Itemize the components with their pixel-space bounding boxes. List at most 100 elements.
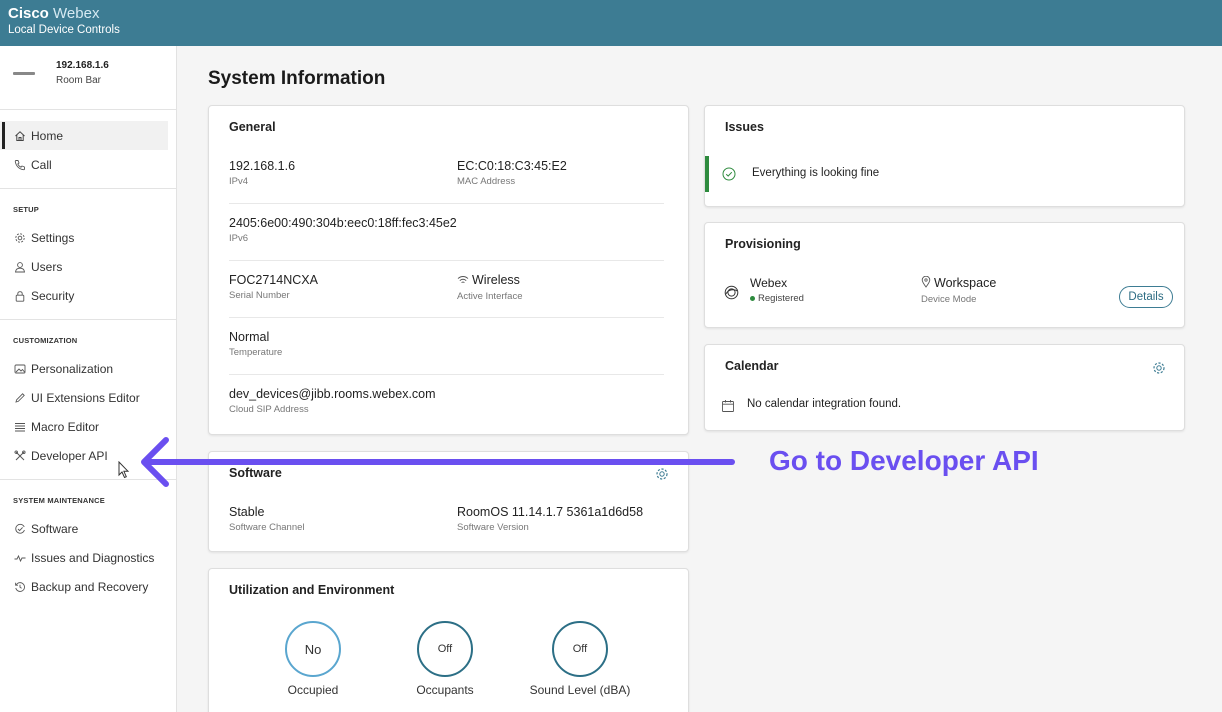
field-value: Wireless [457,273,522,288]
pen-icon [13,391,26,404]
gauge-label: Occupied [287,683,339,697]
brand-name: Cisco [8,5,49,22]
page-title: System Information [208,68,386,89]
webex-icon [724,285,739,305]
gear-icon[interactable] [655,467,669,481]
sidebar-item-label: UI Extensions Editor [31,390,140,405]
nav-heading-setup: SETUP [13,205,40,214]
field-value: dev_devices@jibb.rooms.webex.com [229,387,436,401]
pulse-icon [13,551,26,564]
field-label: IPv6 [229,233,249,244]
sound-level-gauge: Off [552,621,608,677]
check-circle-icon [722,167,736,186]
sidebar-item-label: Users [31,259,63,274]
sidebar: 192.168.1.6 Room Bar Home Call SETUP Set… [0,46,177,712]
code-lines-icon [13,420,26,433]
software-version-field: RoomOS 11.14.1.7 5361a1d6d58 Software Ve… [457,505,643,533]
sidebar-item-backup-recovery[interactable]: Backup and Recovery [0,572,176,601]
calendar-icon [721,399,735,418]
field-label: IPv4 [229,176,249,187]
temperature-field: Normal Temperature [229,330,282,358]
field-value: 2405:6e00:490:304b:eec0:18ff:fec3:45e2 [229,216,457,230]
sidebar-item-users[interactable]: Users [0,252,176,281]
field-label: Registered [750,293,804,304]
user-icon [13,260,26,273]
divider [229,317,664,318]
card-title: Provisioning [725,237,801,251]
details-button[interactable]: Details [1119,286,1173,308]
image-icon [13,362,26,375]
field-label: Device Mode [921,294,977,306]
wifi-icon [457,274,469,288]
brand-product: Webex [53,5,100,22]
lock-icon [13,289,26,302]
sidebar-item-personalization[interactable]: Personalization [0,354,176,383]
app-subtitle: Local Device Controls [8,24,120,36]
sidebar-item-settings[interactable]: Settings [0,223,176,252]
gauge-value: Off [437,643,453,655]
sidebar-item-call[interactable]: Call [0,150,176,179]
field-value: FOC2714NCXA [229,273,318,287]
field-value: 192.168.1.6 [229,159,296,173]
software-channel-field: Stable Software Channel [229,505,305,533]
sidebar-item-developer-api[interactable]: Developer API [0,441,176,470]
card-title: Calendar [725,359,779,373]
device-header[interactable]: 192.168.1.6 Room Bar [0,46,176,110]
interface-field: Wireless Active Interface [457,273,522,302]
nav-heading-maintenance: SYSTEM MAINTENANCE [13,496,105,505]
status-dot [750,295,755,301]
serial-field: FOC2714NCXA Serial Number [229,273,318,301]
annotation-text: Go to Developer API [769,445,1039,476]
provisioning-card: Provisioning Webex Registered Workspace … [704,222,1185,328]
webex-service-field: Webex Registered [750,276,804,304]
device-mode-value: Workspace [934,276,997,290]
card-title: Utilization and Environment [229,583,395,597]
sidebar-item-label: Developer API [31,448,108,463]
sidebar-item-macro-editor[interactable]: Macro Editor [0,412,176,441]
sidebar-item-label: Personalization [31,361,114,376]
nav-group-main: Home Call [0,110,176,189]
nav-group-maintenance: SYSTEM MAINTENANCE Software Issues and D… [0,480,176,610]
software-card: Software Stable Software Channel RoomOS … [208,451,689,552]
software-update-icon [13,522,26,535]
issue-message: Everything is looking fine [752,167,880,179]
gauge-label: Occupants [416,683,474,697]
field-label: Active Interface [457,290,523,302]
issue-status-bar [705,156,709,192]
sidebar-item-label: Settings [31,230,75,245]
card-title: Software [229,466,282,480]
mac-field: EC:C0:18:C3:45:E2 MAC Address [457,159,567,187]
sidebar-item-label: Call [31,157,52,172]
field-label: Serial Number [229,290,290,301]
field-label: Cloud SIP Address [229,404,309,415]
divider [229,260,664,261]
issues-card: Issues Everything is looking fine [704,105,1185,207]
interface-value: Wireless [472,273,520,287]
divider [229,203,664,204]
home-icon [13,129,26,142]
utilization-card: Utilization and Environment No Occupied … [208,568,689,712]
registration-status: Registered [758,293,804,304]
gear-icon[interactable] [1152,361,1166,375]
sip-field: dev_devices@jibb.rooms.webex.com Cloud S… [229,387,436,415]
divider [229,374,664,375]
ipv4-field: 192.168.1.6 IPv4 [229,159,295,187]
app-header: Cisco Webex Local Device Controls [0,0,1222,46]
sidebar-item-security[interactable]: Security [0,281,176,310]
calendar-card: Calendar No calendar integration found. [704,344,1185,431]
field-label: Software Channel [229,522,305,533]
sidebar-item-ui-extensions-editor[interactable]: UI Extensions Editor [0,383,176,412]
field-label: Temperature [229,347,283,358]
sidebar-item-software[interactable]: Software [0,514,176,543]
card-title: Issues [725,120,764,134]
sidebar-item-label: Home [31,128,64,143]
gauge-label: Sound Level (dBA) [529,683,631,697]
sidebar-item-home[interactable]: Home [0,121,168,150]
mouse-cursor-icon [118,460,130,484]
sidebar-item-label: Macro Editor [31,419,100,434]
phone-icon [13,158,26,171]
ipv6-field: 2405:6e00:490:304b:eec0:18ff:fec3:45e2 I… [229,216,457,244]
location-pin-icon [921,275,931,291]
sidebar-item-label: Backup and Recovery [31,579,149,594]
sidebar-item-issues-diagnostics[interactable]: Issues and Diagnostics [0,543,176,572]
